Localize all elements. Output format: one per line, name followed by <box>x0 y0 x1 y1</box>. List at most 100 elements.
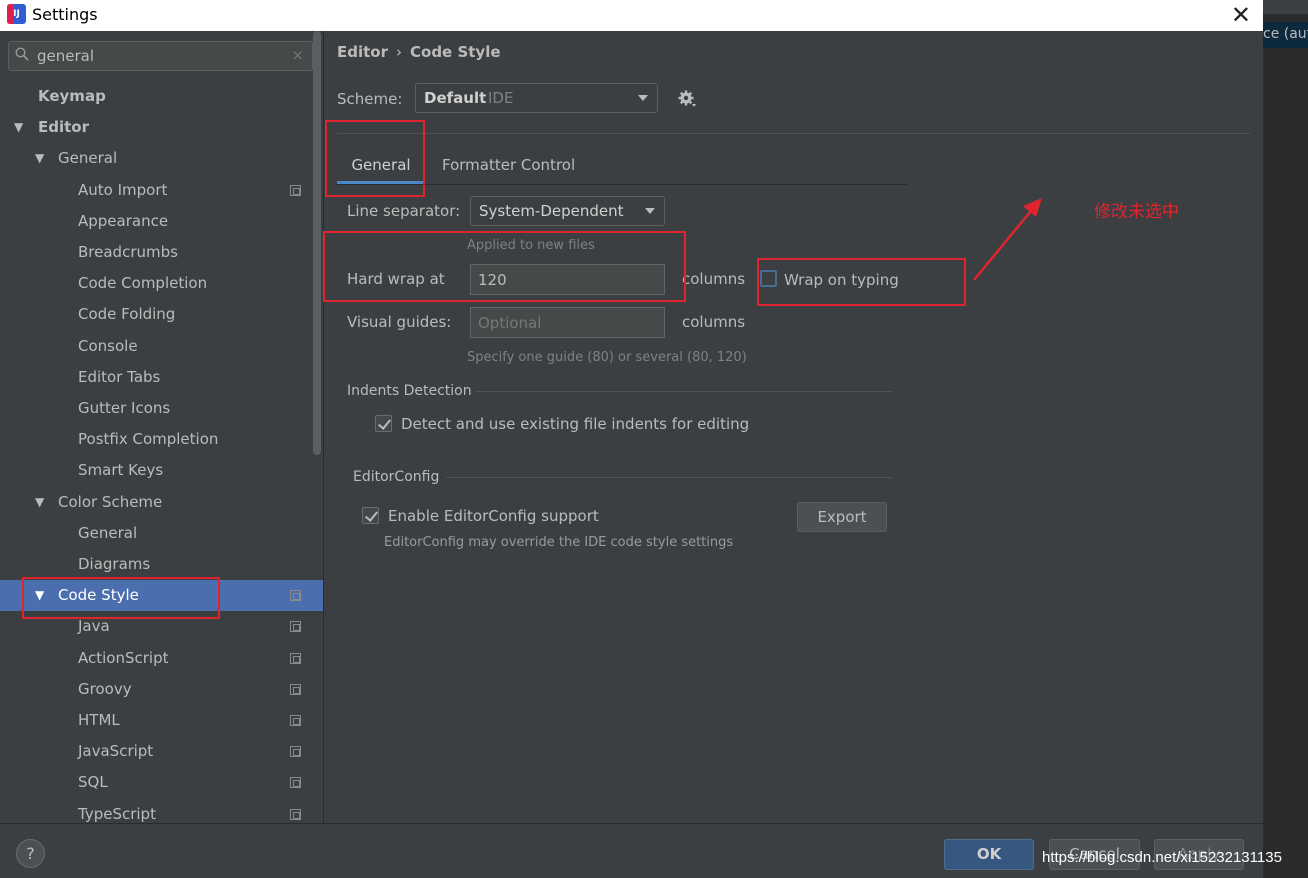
settings-sidebar: × Keymap ▼ Editor ▼ General Auto Import Appear… <box>0 31 324 823</box>
tree-item-editor-tabs[interactable]: Editor Tabs <box>0 362 323 393</box>
gear-icon[interactable] <box>677 89 697 109</box>
expand-arrow-icon[interactable]: ▼ <box>14 112 23 143</box>
search-input[interactable] <box>37 45 287 67</box>
tree-item-label: Editor Tabs <box>78 367 161 386</box>
tree-item-code-folding[interactable]: Code Folding <box>0 299 323 330</box>
tree-item-general[interactable]: General <box>0 518 323 549</box>
line-separator-label: Line separator: <box>347 202 461 220</box>
chevron-down-icon <box>645 208 655 214</box>
breadcrumb-editor[interactable]: Editor <box>337 43 388 61</box>
expand-arrow-icon[interactable]: ▼ <box>35 487 44 518</box>
tree-item-smart-keys[interactable]: Smart Keys <box>0 455 323 486</box>
line-separator-select[interactable]: System-Dependent <box>470 196 665 226</box>
breadcrumb: Editor › Code Style <box>337 43 501 61</box>
scheme-value: Default <box>424 89 487 107</box>
editorconfig-checkbox[interactable] <box>362 507 379 524</box>
tree-item-label: Groovy <box>78 679 132 698</box>
section-divider <box>476 391 892 392</box>
tree-item-label: General <box>58 149 118 168</box>
close-icon[interactable]: ✕ <box>1231 1 1251 29</box>
search-icon <box>15 47 29 61</box>
project-scope-icon <box>290 184 301 196</box>
tree-item-label: Diagrams <box>78 555 151 573</box>
project-scope-icon <box>290 621 301 633</box>
tree-item-console[interactable]: Console <box>0 331 323 362</box>
tree-item-html[interactable]: HTML <box>0 705 323 736</box>
scheme-select[interactable]: Default IDE <box>415 83 658 113</box>
window-title: Settings <box>32 5 98 24</box>
guides-hint: Specify one guide (80) or several (80, 1… <box>467 350 747 365</box>
annotation-box-code-style <box>22 577 220 619</box>
breadcrumb-code-style: Code Style <box>410 43 501 61</box>
editorconfig-title: EditorConfig <box>353 469 440 485</box>
line-separator-value: System-Dependent <box>479 202 624 220</box>
tree-item-label: Editor <box>38 118 89 137</box>
project-scope-icon <box>290 590 301 602</box>
tree-item-appearance[interactable]: Appearance <box>0 206 323 237</box>
editorconfig-hint: EditorConfig may override the IDE code s… <box>384 535 734 550</box>
tree-item-sql[interactable]: SQL <box>0 767 323 798</box>
project-scope-icon <box>290 746 301 758</box>
annotation-box-hard-wrap <box>323 231 686 302</box>
chevron-down-icon <box>638 95 648 101</box>
annotation-arrow-icon <box>973 198 1042 281</box>
watermark: https://blog.csdn.net/xi15232131135 <box>1042 849 1282 866</box>
tree-item-label: Keymap <box>38 87 106 105</box>
scheme-label: Scheme: <box>337 90 403 108</box>
tree-item-label: Console <box>78 336 138 355</box>
visual-guides-input[interactable] <box>470 307 665 338</box>
tree-item-postfix-completion[interactable]: Postfix Completion <box>0 424 323 455</box>
background-window-text: ce (aut <box>1263 26 1308 42</box>
tree-item-typescript[interactable]: TypeScript <box>0 799 323 823</box>
tree-item-label: HTML <box>78 711 120 729</box>
header-divider <box>337 133 1250 134</box>
export-button[interactable]: Export <box>797 502 887 532</box>
tree-item-actionscript[interactable]: ActionScript <box>0 643 323 674</box>
tree-item-label: JavaScript <box>78 742 154 761</box>
breadcrumb-separator: › <box>396 43 402 61</box>
search-box[interactable]: × <box>8 41 313 71</box>
tree-item-breadcrumbs[interactable]: Breadcrumbs <box>0 237 323 268</box>
project-scope-icon <box>290 808 301 820</box>
tree-item-label: Smart Keys <box>78 461 164 480</box>
clear-search-icon[interactable]: × <box>291 46 304 64</box>
tree-item-auto-import[interactable]: Auto Import <box>0 175 323 206</box>
detect-indents-checkbox[interactable] <box>375 415 392 432</box>
tree-item-javascript[interactable]: JavaScript <box>0 736 323 767</box>
tree-item-gutter-icons[interactable]: Gutter Icons <box>0 393 323 424</box>
project-scope-icon <box>290 683 301 695</box>
tree-item-label: General <box>78 523 138 542</box>
tree-item-label: TypeScript <box>78 804 156 823</box>
tree-item-label: Auto Import <box>78 180 168 199</box>
tree-item-label: Color Scheme <box>58 492 163 511</box>
tree-item-editor[interactable]: ▼ Editor <box>0 112 323 143</box>
help-button[interactable]: ? <box>16 839 45 868</box>
tree-item-groovy[interactable]: Groovy <box>0 674 323 705</box>
tree-item-code-completion[interactable]: Code Completion <box>0 268 323 299</box>
background-window: ce (aut <box>1263 0 1308 878</box>
tree-item-label: SQL <box>78 773 108 792</box>
tree-item-label: Code Folding <box>78 305 176 324</box>
project-scope-icon <box>290 777 301 789</box>
tree-scrollbar[interactable] <box>313 31 321 455</box>
project-scope-icon <box>290 715 301 726</box>
editorconfig-label[interactable]: Enable EditorConfig support <box>388 507 599 525</box>
ok-button[interactable]: OK <box>944 839 1034 870</box>
tree-item-diagrams[interactable]: Diagrams <box>0 549 323 580</box>
tree-item-keymap[interactable]: Keymap <box>0 81 323 112</box>
tree-item-label: Appearance <box>78 211 169 230</box>
visual-guides-label: Visual guides: <box>347 313 452 331</box>
tree-item-label: Postfix Completion <box>78 430 219 449</box>
title-bar: IJ Settings ✕ <box>0 0 1263 31</box>
tree-item-label: Breadcrumbs <box>78 243 178 261</box>
tab-formatter-control[interactable]: Formatter Control <box>442 148 575 184</box>
tree-item-label: ActionScript <box>78 648 169 667</box>
tree-item-label: Code Completion <box>78 274 208 293</box>
tree-item-label: Gutter Icons <box>78 399 171 417</box>
tree-item-color-scheme[interactable]: ▼ Color Scheme <box>0 487 323 518</box>
indents-detection-title: Indents Detection <box>347 383 472 399</box>
project-scope-icon <box>290 652 301 664</box>
detect-indents-label[interactable]: Detect and use existing file indents for… <box>401 415 749 433</box>
tree-item-general[interactable]: ▼ General <box>0 143 323 174</box>
expand-arrow-icon[interactable]: ▼ <box>35 143 44 174</box>
